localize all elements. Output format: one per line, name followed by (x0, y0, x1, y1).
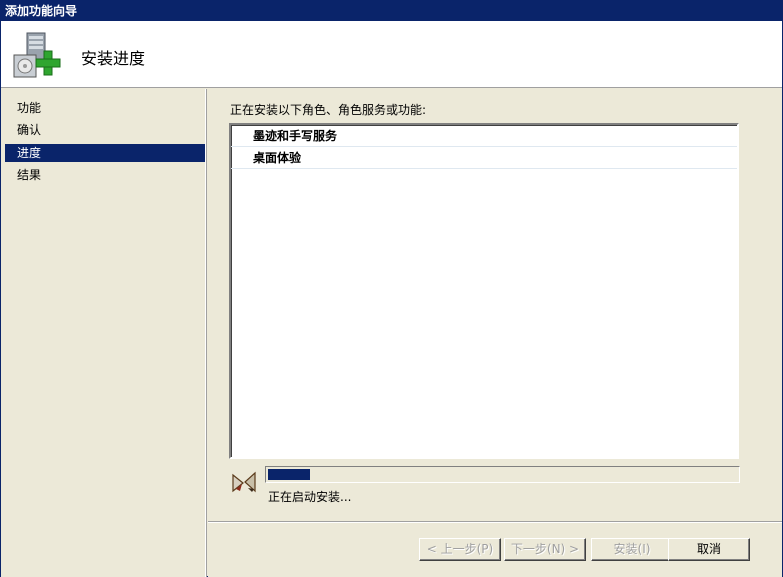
wizard-header: 安装进度 (1, 21, 782, 88)
install-button[interactable]: 安装(I) (591, 538, 673, 561)
sidebar-item-results[interactable]: 结果 (5, 166, 205, 184)
wizard-window: 添加功能向导 安装进度 功能 确认 进度 结果 正在安装以下角色、角色服务或功能… (0, 0, 783, 577)
sidebar-item-features[interactable]: 功能 (5, 99, 205, 117)
list-item: 桌面体验 (231, 147, 737, 169)
sidebar-item-confirm[interactable]: 确认 (5, 121, 205, 139)
title-bar: 添加功能向导 (1, 1, 782, 21)
server-add-icon (13, 32, 61, 78)
wizard-steps-sidebar: 功能 确认 进度 结果 (1, 89, 206, 577)
status-text: 正在启动安装... (268, 490, 352, 504)
page-title: 安装进度 (81, 49, 146, 68)
progress-fill (268, 469, 310, 480)
feature-list[interactable]: 墨迹和手写服务 桌面体验 (229, 123, 739, 459)
intro-text: 正在安装以下角色、角色服务或功能: (230, 103, 427, 117)
back-button[interactable]: < 上一步(P) (419, 538, 501, 561)
list-item: 墨迹和手写服务 (231, 125, 737, 147)
sidebar-item-progress[interactable]: 进度 (5, 144, 205, 162)
hourglass-icon (232, 471, 256, 493)
next-button[interactable]: 下一步(N) > (504, 538, 586, 561)
wizard-footer: < 上一步(P) 下一步(N) > 安装(I) 取消 (208, 521, 782, 577)
cancel-button[interactable]: 取消 (668, 538, 750, 561)
install-progress-bar (265, 466, 740, 483)
main-content: 正在安装以下角色、角色服务或功能: 墨迹和手写服务 桌面体验 正在启动安装... (208, 89, 782, 521)
